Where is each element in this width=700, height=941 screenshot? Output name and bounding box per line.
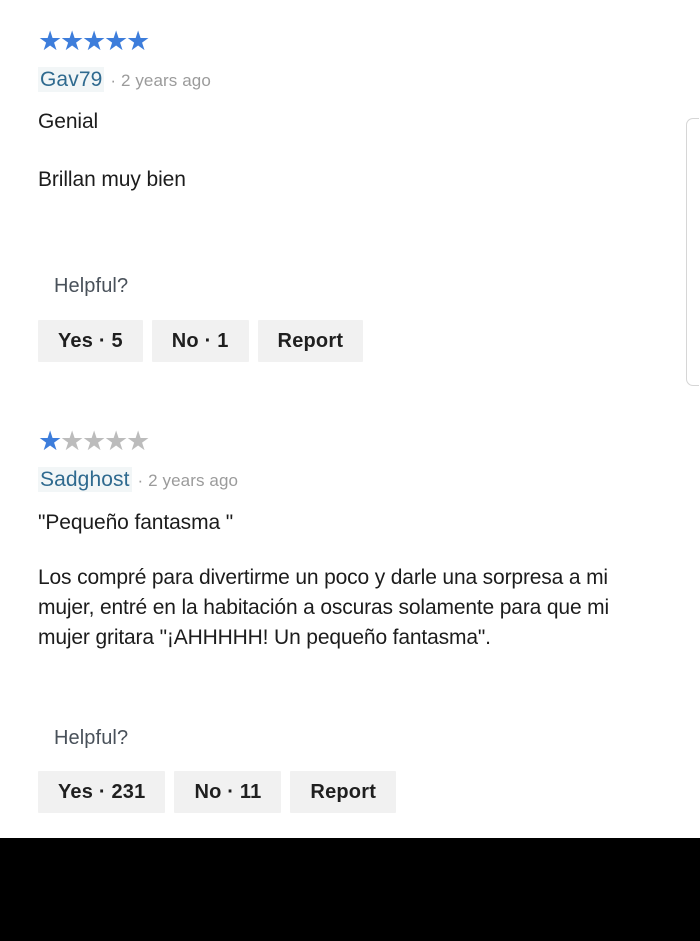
review-body: Los compré para divertirme un poco y dar… xyxy=(38,566,610,649)
helpful-label: Helpful? xyxy=(54,275,129,297)
vote-button-row: Yes · 5 No · 1 Report xyxy=(38,320,364,362)
star-icon-filled: ★ xyxy=(38,426,62,456)
star-icon-filled: ★ xyxy=(60,26,84,56)
star-rating: ★ ★ ★ ★ ★ xyxy=(38,426,150,456)
yes-vote-button[interactable]: Yes · 231 xyxy=(38,771,166,813)
yes-vote-button[interactable]: Yes · 5 xyxy=(38,320,143,362)
star-icon-empty: ★ xyxy=(104,426,128,456)
reviews-list: ★ ★ ★ ★ ★ Gav79 · 2 years ago Genial Bril… xyxy=(0,0,700,838)
review-byline: Gav79 · 2 years ago xyxy=(38,67,211,92)
star-icon-filled: ★ xyxy=(82,26,106,56)
review-author-link[interactable]: Gav79 xyxy=(38,67,105,92)
scrollbar-track[interactable] xyxy=(686,0,700,838)
star-icon-empty: ★ xyxy=(126,426,150,456)
review-item: ★ ★ ★ ★ ★ Sadghost · 2 years ago "Pequeño… xyxy=(0,400,700,838)
review-item: ★ ★ ★ ★ ★ Gav79 · 2 years ago Genial Bril… xyxy=(0,0,700,400)
star-icon-empty: ★ xyxy=(82,426,106,456)
report-button[interactable]: Report xyxy=(290,771,397,813)
review-title: Genial xyxy=(38,110,99,133)
report-button[interactable]: Report xyxy=(257,320,364,362)
star-icon-filled: ★ xyxy=(38,26,62,56)
review-timestamp: · 2 years ago xyxy=(137,471,239,490)
star-icon-empty: ★ xyxy=(60,426,84,456)
star-icon-filled: ★ xyxy=(104,26,128,56)
helpful-label: Helpful? xyxy=(54,727,129,749)
review-title: "Pequeño fantasma " xyxy=(38,511,234,534)
star-icon-filled: ★ xyxy=(126,26,150,56)
no-vote-button[interactable]: No · 1 xyxy=(151,320,249,362)
review-timestamp: · 2 years ago xyxy=(110,71,211,90)
bottom-black-bar xyxy=(0,838,700,941)
review-byline: Sadghost · 2 years ago xyxy=(38,467,239,492)
scrollbar-thumb[interactable] xyxy=(686,118,699,386)
vote-button-row: Yes · 231 No · 11 Report xyxy=(38,771,397,813)
no-vote-button[interactable]: No · 11 xyxy=(174,771,282,813)
review-author-link[interactable]: Sadghost xyxy=(38,467,132,492)
star-rating: ★ ★ ★ ★ ★ xyxy=(38,26,150,56)
review-body: Brillan muy bien xyxy=(38,168,186,191)
